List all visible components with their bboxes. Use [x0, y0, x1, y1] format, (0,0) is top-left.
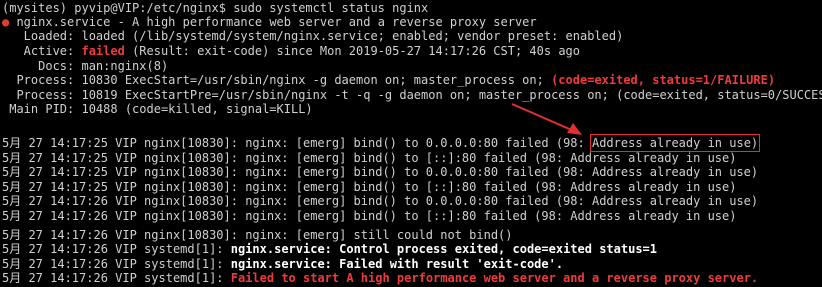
- process-prestart-text: Process: 10819 ExecStartPre=/usr/sbin/ng…: [2, 88, 822, 102]
- log-bold-message: nginx.service: Control process exited, c…: [230, 242, 658, 256]
- log-text: 5月 27 14:17:25 VIP nginx[10830]: nginx: …: [2, 151, 737, 165]
- highlighted-error-box: Address already in use): [589, 134, 761, 152]
- log-line: 5月 27 14:17:26 VIP systemd[1]: Failed to…: [2, 271, 758, 285]
- process-prestart-line: Process: 10819 ExecStartPre=/usr/sbin/ng…: [2, 88, 822, 102]
- loaded-text: Loaded: loaded (/lib/systemd/system/ngin…: [2, 29, 624, 43]
- log-text: 5月 27 14:17:25 VIP nginx[10830]: nginx: …: [2, 136, 592, 150]
- log-line: 5月 27 14:17:26 VIP nginx[10830]: nginx: …: [2, 194, 758, 208]
- process-start-line: Process: 10830 ExecStart=/usr/sbin/nginx…: [2, 73, 775, 87]
- process-failure-status: (code=exited, status=1/FAILURE): [551, 73, 776, 87]
- active-label: Active:: [2, 44, 82, 58]
- unit-description: nginx.service - A high performance web s…: [9, 15, 537, 29]
- log-text: 5月 27 14:17:25 VIP nginx[10830]: nginx: …: [2, 180, 737, 194]
- unit-status-line: ● nginx.service - A high performance web…: [2, 15, 537, 29]
- process-start-text: Process: 10830 ExecStart=/usr/sbin/nginx…: [2, 73, 552, 87]
- log-line: 5月 27 14:17:26 VIP nginx[10830]: nginx: …: [2, 209, 736, 223]
- log-text: 5月 27 14:17:25 VIP nginx[10830]: nginx: …: [2, 165, 759, 179]
- main-pid-line: Main PID: 10488 (code=killed, signal=KIL…: [2, 102, 313, 116]
- terminal-window[interactable]: (mysites) pyvip@VIP:/etc/nginx$ sudo sys…: [0, 0, 822, 287]
- log-bold-message: nginx.service: Failed with result 'exit-…: [230, 257, 564, 271]
- log-line: 5月 27 14:17:25 VIP nginx[10830]: nginx: …: [2, 134, 761, 152]
- log-error-message: Failed to start A high performance web s…: [230, 271, 759, 285]
- log-text: 5月 27 14:17:26 VIP nginx[10830]: nginx: …: [2, 209, 737, 223]
- active-state-failed: failed: [81, 44, 125, 58]
- log-line: 5月 27 14:17:25 VIP nginx[10830]: nginx: …: [2, 151, 736, 165]
- log-text: 5月 27 14:17:26 VIP nginx[10830]: nginx: …: [2, 194, 759, 208]
- log-line: 5月 27 14:17:26 VIP nginx[10830]: nginx: …: [2, 228, 513, 242]
- shell-command: (mysites) pyvip@VIP:/etc/nginx$ sudo sys…: [2, 1, 429, 15]
- shell-prompt-line: (mysites) pyvip@VIP:/etc/nginx$ sudo sys…: [2, 1, 428, 15]
- main-pid-text: Main PID: 10488 (code=killed, signal=KIL…: [2, 102, 313, 116]
- log-text: 5月 27 14:17:26 VIP nginx[10830]: nginx: …: [2, 228, 513, 242]
- active-line: Active: failed (Result: exit-code) since…: [2, 44, 580, 58]
- docs-text: Docs: man:nginx(8): [2, 59, 169, 73]
- log-line: 5月 27 14:17:25 VIP nginx[10830]: nginx: …: [2, 180, 736, 194]
- log-line: 5月 27 14:17:26 VIP systemd[1]: nginx.ser…: [2, 242, 657, 256]
- log-prefix: 5月 27 14:17:26 VIP systemd[1]:: [2, 271, 231, 285]
- log-prefix: 5月 27 14:17:26 VIP systemd[1]:: [2, 242, 231, 256]
- log-line: 5月 27 14:17:25 VIP nginx[10830]: nginx: …: [2, 165, 758, 179]
- log-prefix: 5月 27 14:17:26 VIP systemd[1]:: [2, 257, 231, 271]
- active-details: (Result: exit-code) since Mon 2019-05-27…: [124, 44, 580, 58]
- log-line: 5月 27 14:17:26 VIP systemd[1]: nginx.ser…: [2, 257, 563, 271]
- loaded-line: Loaded: loaded (/lib/systemd/system/ngin…: [2, 29, 624, 43]
- docs-line: Docs: man:nginx(8): [2, 59, 168, 73]
